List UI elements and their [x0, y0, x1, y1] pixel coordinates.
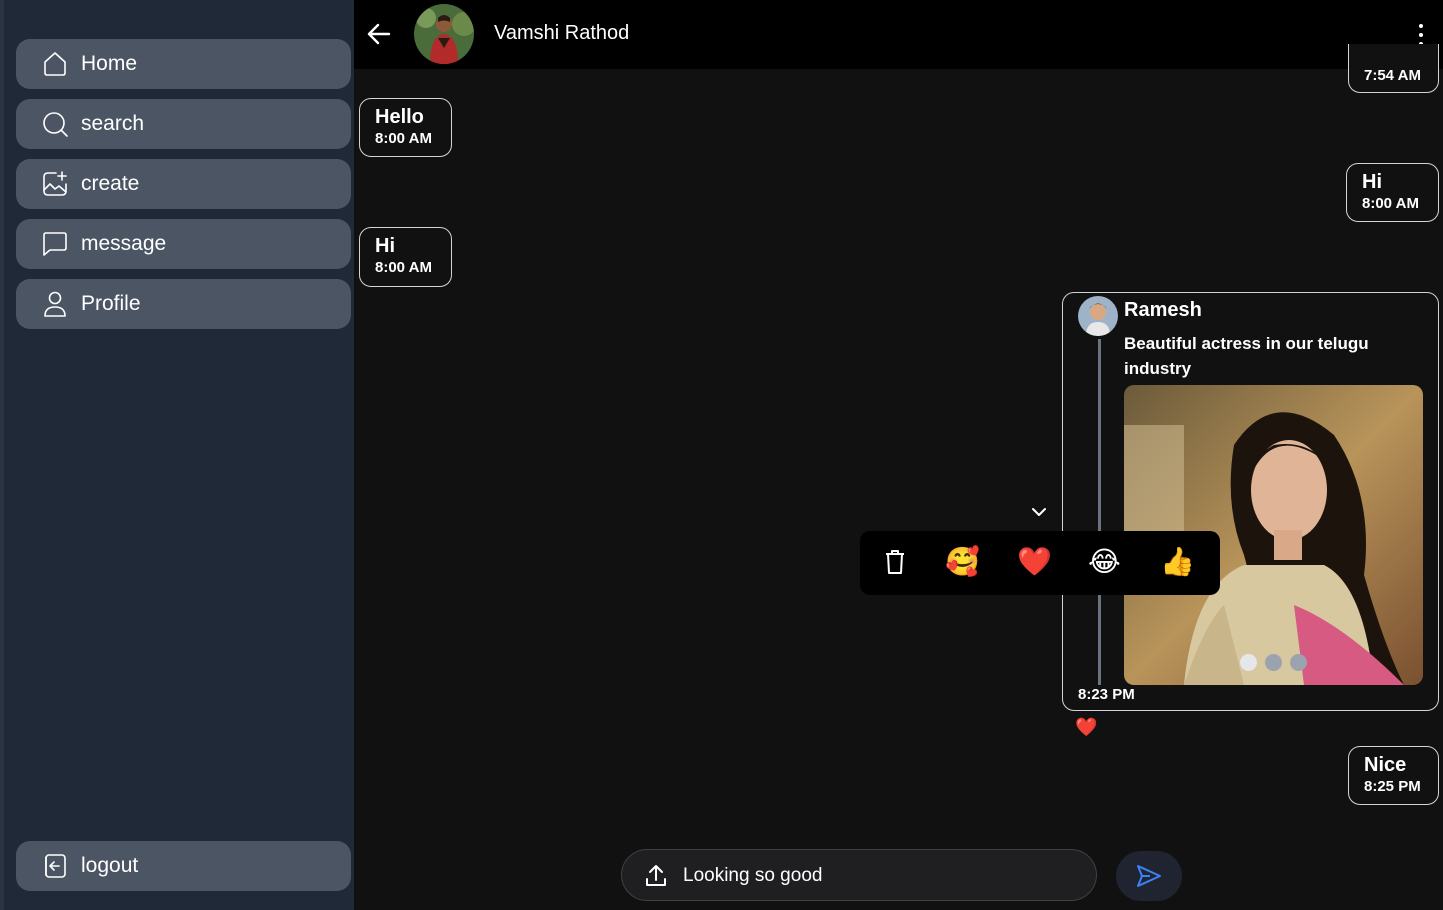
sidebar-item-create[interactable]: create [16, 159, 351, 209]
post-caption: Beautiful actress in our telugu industry [1124, 334, 1369, 378]
message-time: 8:00 AM [375, 259, 432, 276]
reaction-laughing[interactable]: 😂 [1088, 545, 1121, 579]
reaction-heart[interactable]: ❤️ [1017, 545, 1052, 579]
post-author-avatar[interactable] [1078, 296, 1118, 336]
logout-button[interactable]: logout [16, 841, 351, 891]
message-bubble-received[interactable]: Hi 8:00 AM [359, 227, 452, 287]
message-text: Hi [1362, 171, 1382, 193]
carousel-indicator [1124, 654, 1423, 671]
chat-contact-name: Vamshi Rathod [494, 22, 630, 44]
home-icon [41, 50, 69, 78]
sidebar-item-profile[interactable]: Profile [16, 279, 351, 329]
avatar[interactable] [414, 4, 474, 64]
upload-icon[interactable] [644, 863, 668, 889]
message-text: Hello [375, 106, 424, 128]
sidebar-item-message[interactable]: message [16, 219, 351, 269]
carousel-dot[interactable] [1290, 654, 1307, 671]
post-author-name[interactable]: Ramesh [1124, 299, 1202, 322]
sidebar-item-label: Home [81, 52, 138, 75]
message-time: 8:00 AM [375, 130, 432, 147]
back-arrow-icon[interactable] [366, 20, 392, 48]
message-time: 7:54 AM [1364, 67, 1421, 84]
logout-label: logout [81, 854, 139, 877]
message-icon [41, 230, 69, 258]
message-time: 8:00 AM [1362, 195, 1419, 212]
sidebar-item-label: Profile [81, 292, 141, 315]
message-bubble-sent[interactable]: Hi 8:00 AM [1346, 163, 1439, 222]
chat-header: Vamshi Rathod [354, 0, 1443, 69]
sidebar-item-home[interactable]: Home [16, 39, 351, 89]
message-bubble-sent[interactable]: 7:54 AM [1348, 44, 1439, 93]
message-text: Hi [375, 235, 395, 257]
message-input[interactable] [683, 862, 1073, 890]
profile-icon [41, 290, 69, 318]
message-time: 8:23 PM [1078, 686, 1135, 703]
message-composer [621, 849, 1097, 901]
message-bubble-sent[interactable]: Nice 8:25 PM [1348, 746, 1439, 805]
sidebar-item-search[interactable]: search [16, 99, 351, 149]
sidebar-item-label: create [81, 172, 140, 195]
logout-icon [41, 852, 69, 880]
message-time: 8:25 PM [1364, 778, 1421, 795]
sidebar-item-label: message [81, 232, 167, 255]
carousel-dot[interactable] [1265, 654, 1282, 671]
send-button[interactable] [1116, 851, 1182, 901]
sidebar: Home search create message Profile logou… [0, 0, 354, 910]
chevron-down-icon[interactable] [1029, 502, 1049, 522]
send-icon [1137, 865, 1161, 887]
create-image-icon [41, 170, 69, 198]
shared-post-message[interactable]: Ramesh Beautiful actress in our telugu i… [1062, 292, 1439, 711]
reaction-thumbs-up[interactable]: 👍 [1160, 545, 1195, 579]
message-text: Nice [1364, 754, 1407, 776]
reaction-smiling-hearts[interactable]: 🥰 [945, 545, 980, 579]
search-icon [41, 110, 69, 138]
sidebar-item-label: search [81, 112, 145, 135]
message-bubble-received[interactable]: Hello 8:00 AM [359, 98, 452, 157]
message-reaction[interactable]: ❤️ [1075, 717, 1097, 737]
thread-line [1098, 339, 1101, 685]
trash-icon[interactable] [884, 548, 906, 584]
reaction-picker: 🥰 ❤️ 😂 👍 [860, 531, 1220, 595]
carousel-dot[interactable] [1240, 654, 1257, 671]
